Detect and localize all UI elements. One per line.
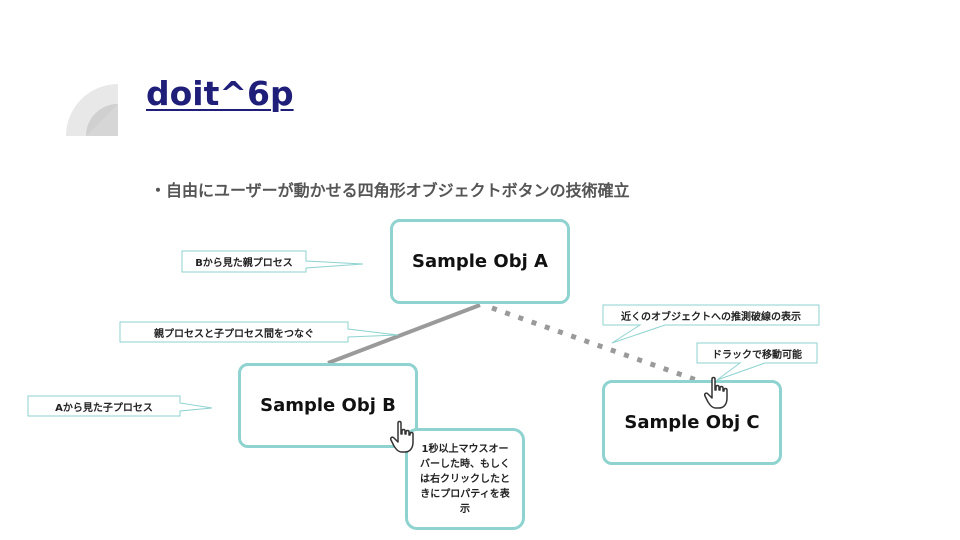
callout-guess-line: 近くのオブジェクトへの推測破線の表示 — [621, 311, 801, 323]
tooltip-text: 1秒以上マウスオーバーした時、もしくは右クリックしたときにプロパティを表示 — [420, 443, 510, 515]
property-tooltip: 1秒以上マウスオーバーした時、もしくは右クリックしたときにプロパティを表示 — [405, 428, 525, 530]
callout-drag: ドラックで移動可能 — [712, 349, 802, 361]
sample-obj-a-button[interactable]: Sample Obj A — [390, 219, 570, 304]
hand-cursor-icon — [390, 420, 414, 453]
hand-cursor-icon — [704, 376, 728, 409]
callout-child-from-a: Aから見た子プロセス — [55, 402, 153, 414]
callout-connect: 親プロセスと子プロセス間をつなぐ — [154, 328, 314, 340]
callout-parent-from-b: Bから見た親プロセス — [195, 258, 293, 269]
sample-obj-c-button[interactable]: Sample Obj C — [602, 380, 782, 465]
